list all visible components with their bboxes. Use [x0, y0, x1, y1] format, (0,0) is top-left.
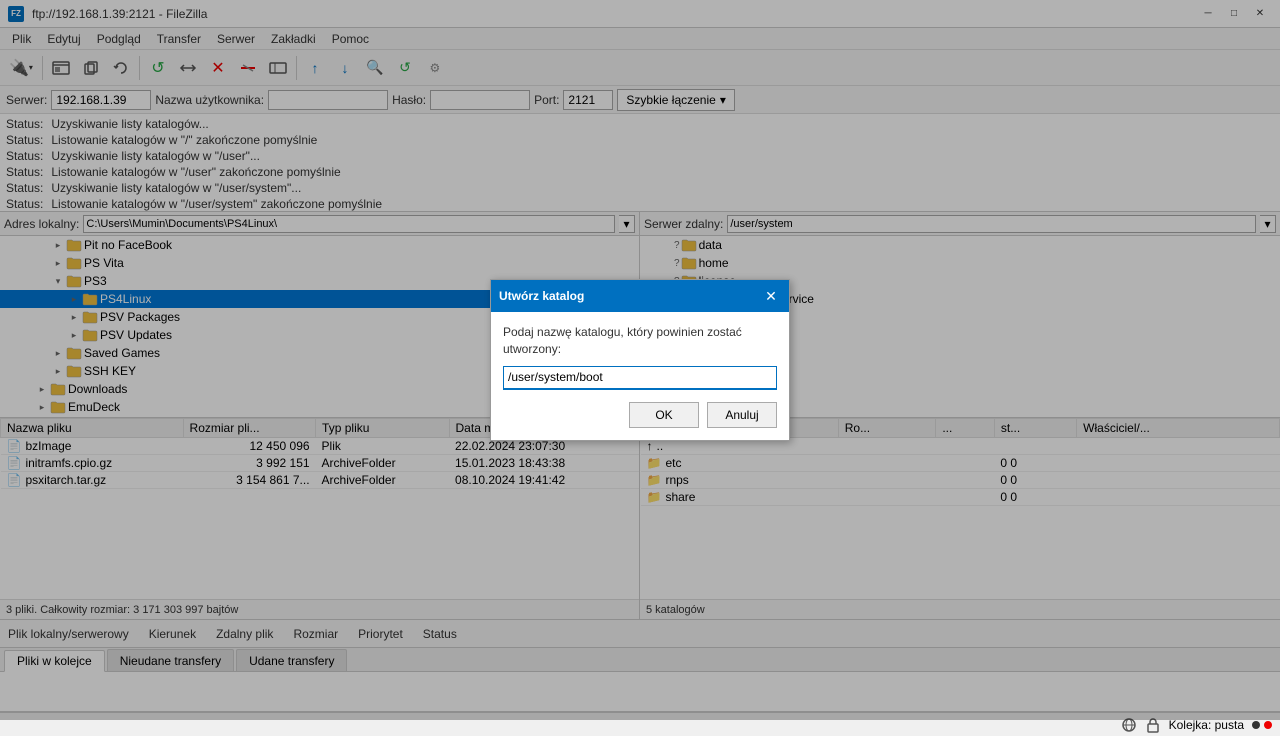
- dialog-body: Podaj nazwę katalogu, który powinien zos…: [491, 312, 789, 440]
- dialog-title: Utwórz katalog: [499, 289, 584, 303]
- directory-name-input[interactable]: [503, 366, 777, 390]
- dialog-cancel-button[interactable]: Anuluj: [707, 402, 777, 428]
- dialog-buttons: OK Anuluj: [503, 402, 777, 428]
- status-indicators: [1252, 721, 1272, 729]
- status-dot-1: [1252, 721, 1260, 729]
- dialog-text: Podaj nazwę katalogu, który powinien zos…: [503, 324, 777, 358]
- status-dot-2: [1264, 721, 1272, 729]
- dialog-ok-button[interactable]: OK: [629, 402, 699, 428]
- dialog-overlay: Utwórz katalog ✕ Podaj nazwę katalogu, k…: [0, 0, 1280, 720]
- create-directory-dialog: Utwórz katalog ✕ Podaj nazwę katalogu, k…: [490, 279, 790, 441]
- dialog-close-button[interactable]: ✕: [761, 286, 781, 306]
- dialog-titlebar: Utwórz katalog ✕: [491, 280, 789, 312]
